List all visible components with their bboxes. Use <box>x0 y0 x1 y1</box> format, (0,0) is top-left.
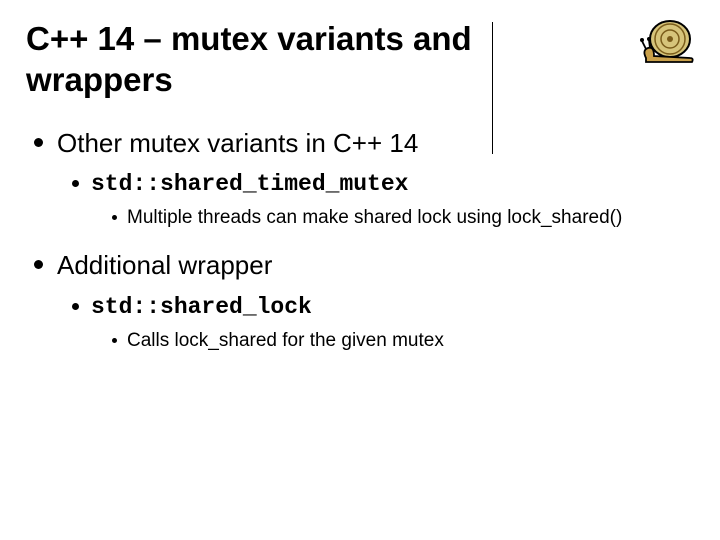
detail-text: Multiple threads can make shared lock us… <box>127 206 622 231</box>
bullet-icon <box>34 138 43 147</box>
text-fragment: for the given mutex <box>277 330 444 351</box>
title-divider <box>492 22 493 154</box>
text-fragment: Calls <box>127 330 175 351</box>
code-identifier: std::shared_lock <box>91 293 312 323</box>
section-heading: Other mutex variants in C++ 14 <box>57 127 418 161</box>
list-item: std::shared_lock <box>72 293 694 323</box>
slide-title: C++ 14 – mutex variants and wrappers <box>26 18 586 101</box>
code-fragment: lock_shared() <box>507 207 622 228</box>
text-fragment: Multiple threads can make shared lock us… <box>127 207 507 228</box>
bullet-icon <box>112 338 117 343</box>
slide-body: Other mutex variants in C++ 14 std::shar… <box>26 127 694 354</box>
bullet-icon <box>72 303 79 310</box>
code-identifier: std::shared_timed_mutex <box>91 170 408 200</box>
list-item: Multiple threads can make shared lock us… <box>112 206 694 231</box>
list-item: std::shared_timed_mutex <box>72 170 694 200</box>
bullet-icon <box>112 215 117 220</box>
snail-icon <box>636 14 700 68</box>
bullet-icon <box>34 260 43 269</box>
detail-text: Calls lock_shared for the given mutex <box>127 329 444 354</box>
code-fragment: lock_shared <box>175 330 277 351</box>
list-item: Additional wrapper <box>34 249 694 283</box>
list-item: Other mutex variants in C++ 14 <box>34 127 694 161</box>
section-heading: Additional wrapper <box>57 249 272 283</box>
bullet-icon <box>72 180 79 187</box>
list-item: Calls lock_shared for the given mutex <box>112 329 694 354</box>
